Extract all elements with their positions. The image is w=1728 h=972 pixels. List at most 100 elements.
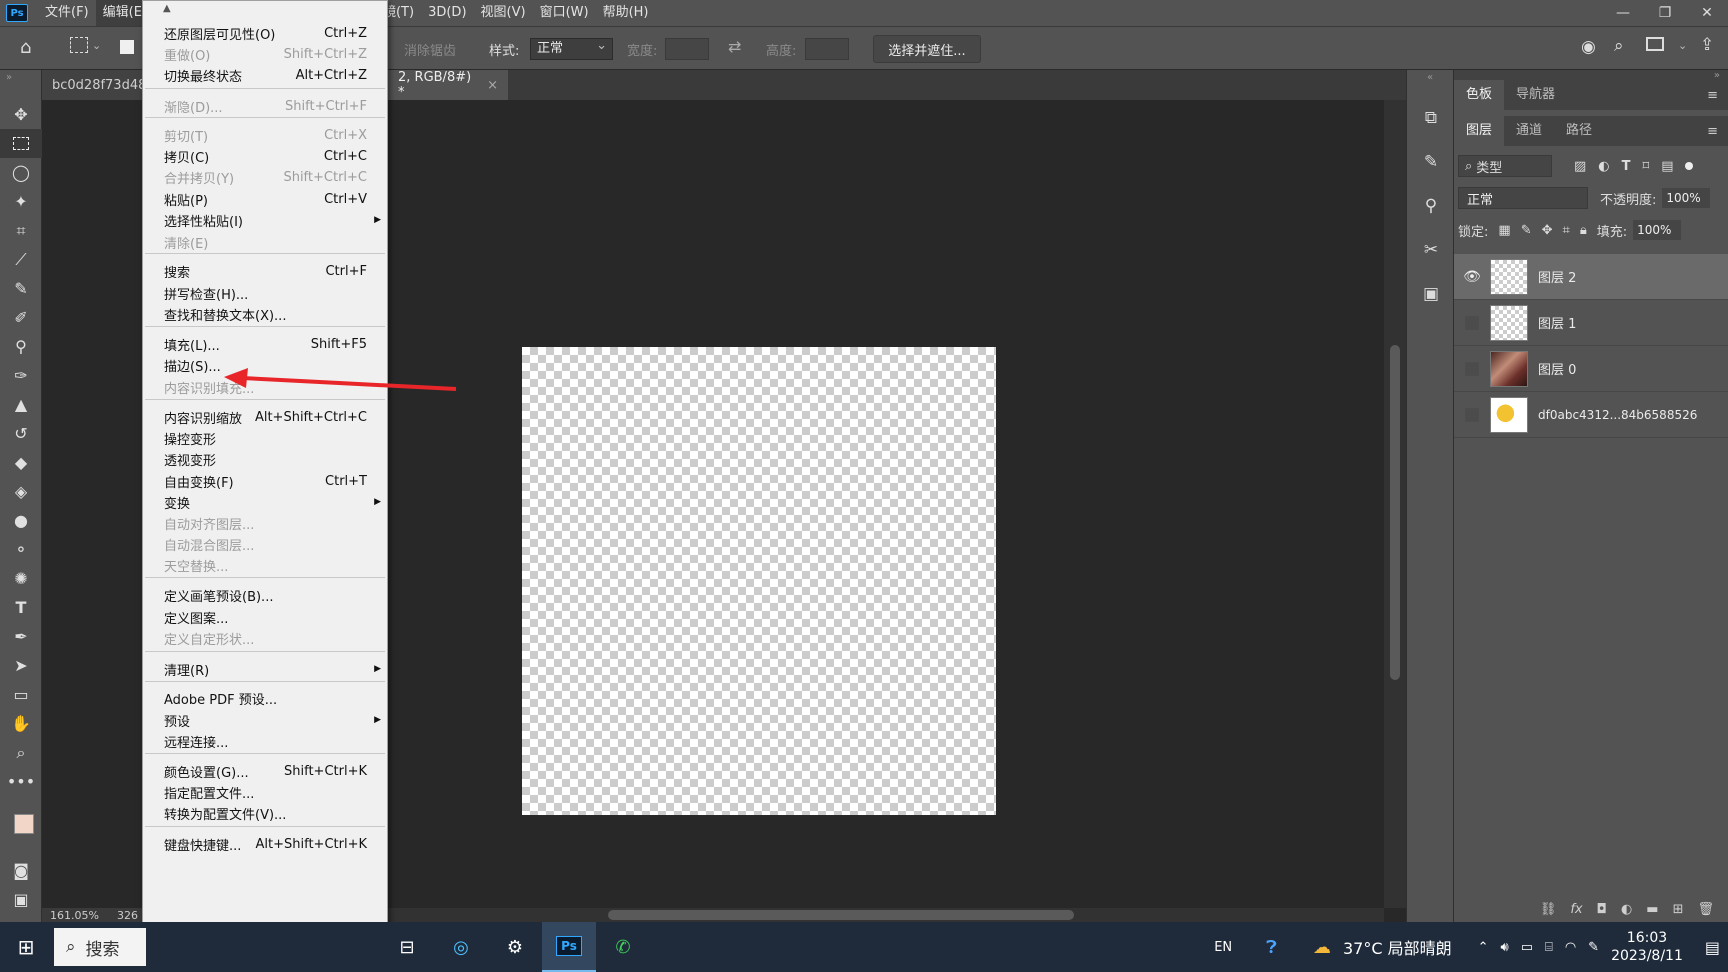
restore-button[interactable]: ❐ xyxy=(1644,0,1686,26)
eye-icon[interactable]: 👁︎ xyxy=(1454,269,1490,285)
layer-row[interactable]: 图层 1 xyxy=(1454,300,1728,346)
menu-item[interactable]: 拼写检查(H)... xyxy=(143,282,387,304)
zoom-tool-icon[interactable]: ⌕ xyxy=(0,738,42,767)
share-icon[interactable]: ⇪ xyxy=(1700,35,1714,55)
language-indicator[interactable]: EN xyxy=(1214,940,1232,955)
color-swatches[interactable] xyxy=(0,796,42,856)
layer-name[interactable]: df0abc4312...84b6588526 xyxy=(1538,408,1697,422)
paint-bucket-icon[interactable]: ◈ xyxy=(0,477,42,506)
adjustment-layer-icon[interactable]: ◐ xyxy=(1621,902,1632,917)
type-tool-icon[interactable]: T xyxy=(0,593,42,622)
eraser-icon[interactable]: ◆ xyxy=(0,448,42,477)
visibility-toggle[interactable] xyxy=(1465,315,1479,330)
lock-transparent-icon[interactable]: ▦ xyxy=(1498,223,1510,238)
clone-source-icon[interactable]: ⚲ xyxy=(1407,184,1455,228)
menu-item[interactable]: 填充(L)... Shift+F5 xyxy=(143,333,387,355)
menu-item[interactable]: 键盘快捷键... Alt+Shift+Ctrl+K xyxy=(143,833,387,855)
more-tools-icon[interactable]: ••• xyxy=(0,767,42,796)
stamp-icon[interactable]: ▲ xyxy=(0,390,42,419)
battery-icon[interactable]: ▭ xyxy=(1521,940,1533,955)
chevron-down-icon[interactable]: ⌄ xyxy=(1678,39,1687,52)
lasso-tool-icon[interactable]: ◯ xyxy=(0,158,42,187)
quick-mask-icon[interactable]: ◙ xyxy=(0,856,42,885)
tab-paths[interactable]: 路径 xyxy=(1554,116,1604,146)
clock[interactable]: 16:03 2023/8/11 xyxy=(1611,929,1683,965)
volume-icon[interactable]: 🔊︎ xyxy=(1501,940,1509,955)
network-icon[interactable]: ⌸ xyxy=(1545,940,1553,955)
menu-item[interactable]: 颜色设置(G)... Shift+Ctrl+K xyxy=(143,760,387,782)
menu-item[interactable]: 清理(R) ▶ xyxy=(143,658,387,680)
rectangle-tool-icon[interactable]: ▭ xyxy=(0,680,42,709)
transparent-canvas[interactable] xyxy=(522,347,996,815)
tab-layers[interactable]: 图层 xyxy=(1454,116,1505,146)
lock-artboard-icon[interactable]: ⌗ xyxy=(1563,223,1570,238)
history-brush-icon[interactable]: ✑ xyxy=(0,361,42,390)
menu-item[interactable]: 转换为配置文件(V)... xyxy=(143,802,387,824)
trash-icon[interactable]: 🗑︎ xyxy=(1697,902,1714,917)
menu-window[interactable]: 窗口(W) xyxy=(533,0,596,26)
swap-icon[interactable]: ⇄ xyxy=(728,37,741,56)
vertical-scrollbar[interactable] xyxy=(1384,100,1406,908)
eyedropper-icon[interactable]: ⟋ xyxy=(0,245,42,274)
zoom-level[interactable]: 161.05% xyxy=(50,909,99,922)
weather-text[interactable]: 37°C 局部晴朗 xyxy=(1343,935,1452,959)
chevron-down-icon[interactable]: ⌄ xyxy=(92,39,101,52)
task-view-icon[interactable]: ⊟ xyxy=(380,922,434,972)
tab-swatches[interactable]: 色板 xyxy=(1454,80,1505,110)
steam-app-icon[interactable]: ⚙ xyxy=(488,922,542,972)
height-input[interactable] xyxy=(805,38,849,60)
magic-wand-icon[interactable]: ✦ xyxy=(0,187,42,216)
brush-tool-icon[interactable]: ✐ xyxy=(0,303,42,332)
wifi-icon[interactable]: ◠ xyxy=(1565,940,1576,955)
home-icon[interactable]: ⌂ xyxy=(20,37,31,58)
lock-position-icon[interactable]: ✥ xyxy=(1542,223,1553,238)
collapse-icon[interactable]: « xyxy=(1407,70,1453,96)
help-icon[interactable]: ❓︎ xyxy=(1266,937,1277,958)
taskbar-search[interactable]: ⌕ 搜索 xyxy=(54,928,146,966)
adjustment-filter-icon[interactable]: ◐ xyxy=(1598,159,1609,174)
pen-icon[interactable]: ✎ xyxy=(1588,940,1599,955)
menu-item[interactable]: Adobe PDF 预设... xyxy=(143,687,387,709)
minimize-button[interactable]: — xyxy=(1602,0,1644,26)
layer-row[interactable]: 图层 0 xyxy=(1454,346,1728,392)
smart-object-filter-icon[interactable]: ▤ xyxy=(1661,159,1673,174)
group-folder-icon[interactable]: ▬ xyxy=(1646,902,1658,917)
visibility-toggle[interactable] xyxy=(1465,407,1479,422)
blend-mode-select[interactable]: 正常 xyxy=(1458,187,1588,209)
horizontal-scrollbar[interactable] xyxy=(388,908,1384,922)
menu-3d[interactable]: 3D(D) xyxy=(421,0,473,26)
menu-item[interactable]: 自由变换(F) Ctrl+T xyxy=(143,470,387,492)
brush-settings-icon[interactable]: ✎ xyxy=(1407,140,1455,184)
shape-filter-icon[interactable]: ⌑ xyxy=(1643,159,1650,174)
width-input[interactable] xyxy=(665,38,709,60)
menu-item[interactable]: 查找和替换文本(X)... xyxy=(143,303,387,325)
opacity-input[interactable]: 100% xyxy=(1662,188,1711,208)
photoshop-app-icon[interactable]: Ps xyxy=(542,922,596,972)
weather-icon[interactable]: ☁ xyxy=(1313,937,1331,958)
menu-item[interactable]: 搜索 Ctrl+F xyxy=(143,260,387,282)
menu-item[interactable]: 还原图层可见性(O) Ctrl+Z xyxy=(143,22,387,44)
menu-item[interactable]: 操控变形 xyxy=(143,427,387,449)
image-filter-icon[interactable]: ▨ xyxy=(1574,159,1586,174)
new-layer-icon[interactable]: ⊞ xyxy=(1673,902,1684,917)
fill-input[interactable]: 100% xyxy=(1633,220,1682,240)
sponge-icon[interactable]: ✺ xyxy=(0,564,42,593)
crop-tool-icon[interactable]: ⌗ xyxy=(0,216,42,245)
menu-item[interactable]: 透视变形 xyxy=(143,448,387,470)
windows-start-icon[interactable]: ⊞ xyxy=(0,922,52,972)
menu-item[interactable]: 指定配置文件... xyxy=(143,781,387,803)
chevron-up-icon[interactable]: ⌃ xyxy=(1478,940,1489,955)
menu-item[interactable]: 变换 ▶ xyxy=(143,491,387,513)
new-selection-icon[interactable] xyxy=(120,40,134,54)
hand-tool-icon[interactable]: ✋ xyxy=(0,709,42,738)
menu-help[interactable]: 帮助(H) xyxy=(596,0,656,26)
path-selection-icon[interactable]: ➤ xyxy=(0,651,42,680)
menu-item[interactable]: 远程连接... xyxy=(143,730,387,752)
foreground-color-swatch[interactable] xyxy=(14,814,34,834)
tools-preset-icon[interactable]: ✂ xyxy=(1407,228,1455,272)
wechat-app-icon[interactable]: ✆ xyxy=(596,922,650,972)
art-history-icon[interactable]: ↺ xyxy=(0,419,42,448)
history-panel-icon[interactable]: ⧉ xyxy=(1407,96,1455,140)
marquee-tool-icon[interactable] xyxy=(70,37,88,53)
select-and-mask-button[interactable]: 选择并遮住... xyxy=(873,35,981,63)
